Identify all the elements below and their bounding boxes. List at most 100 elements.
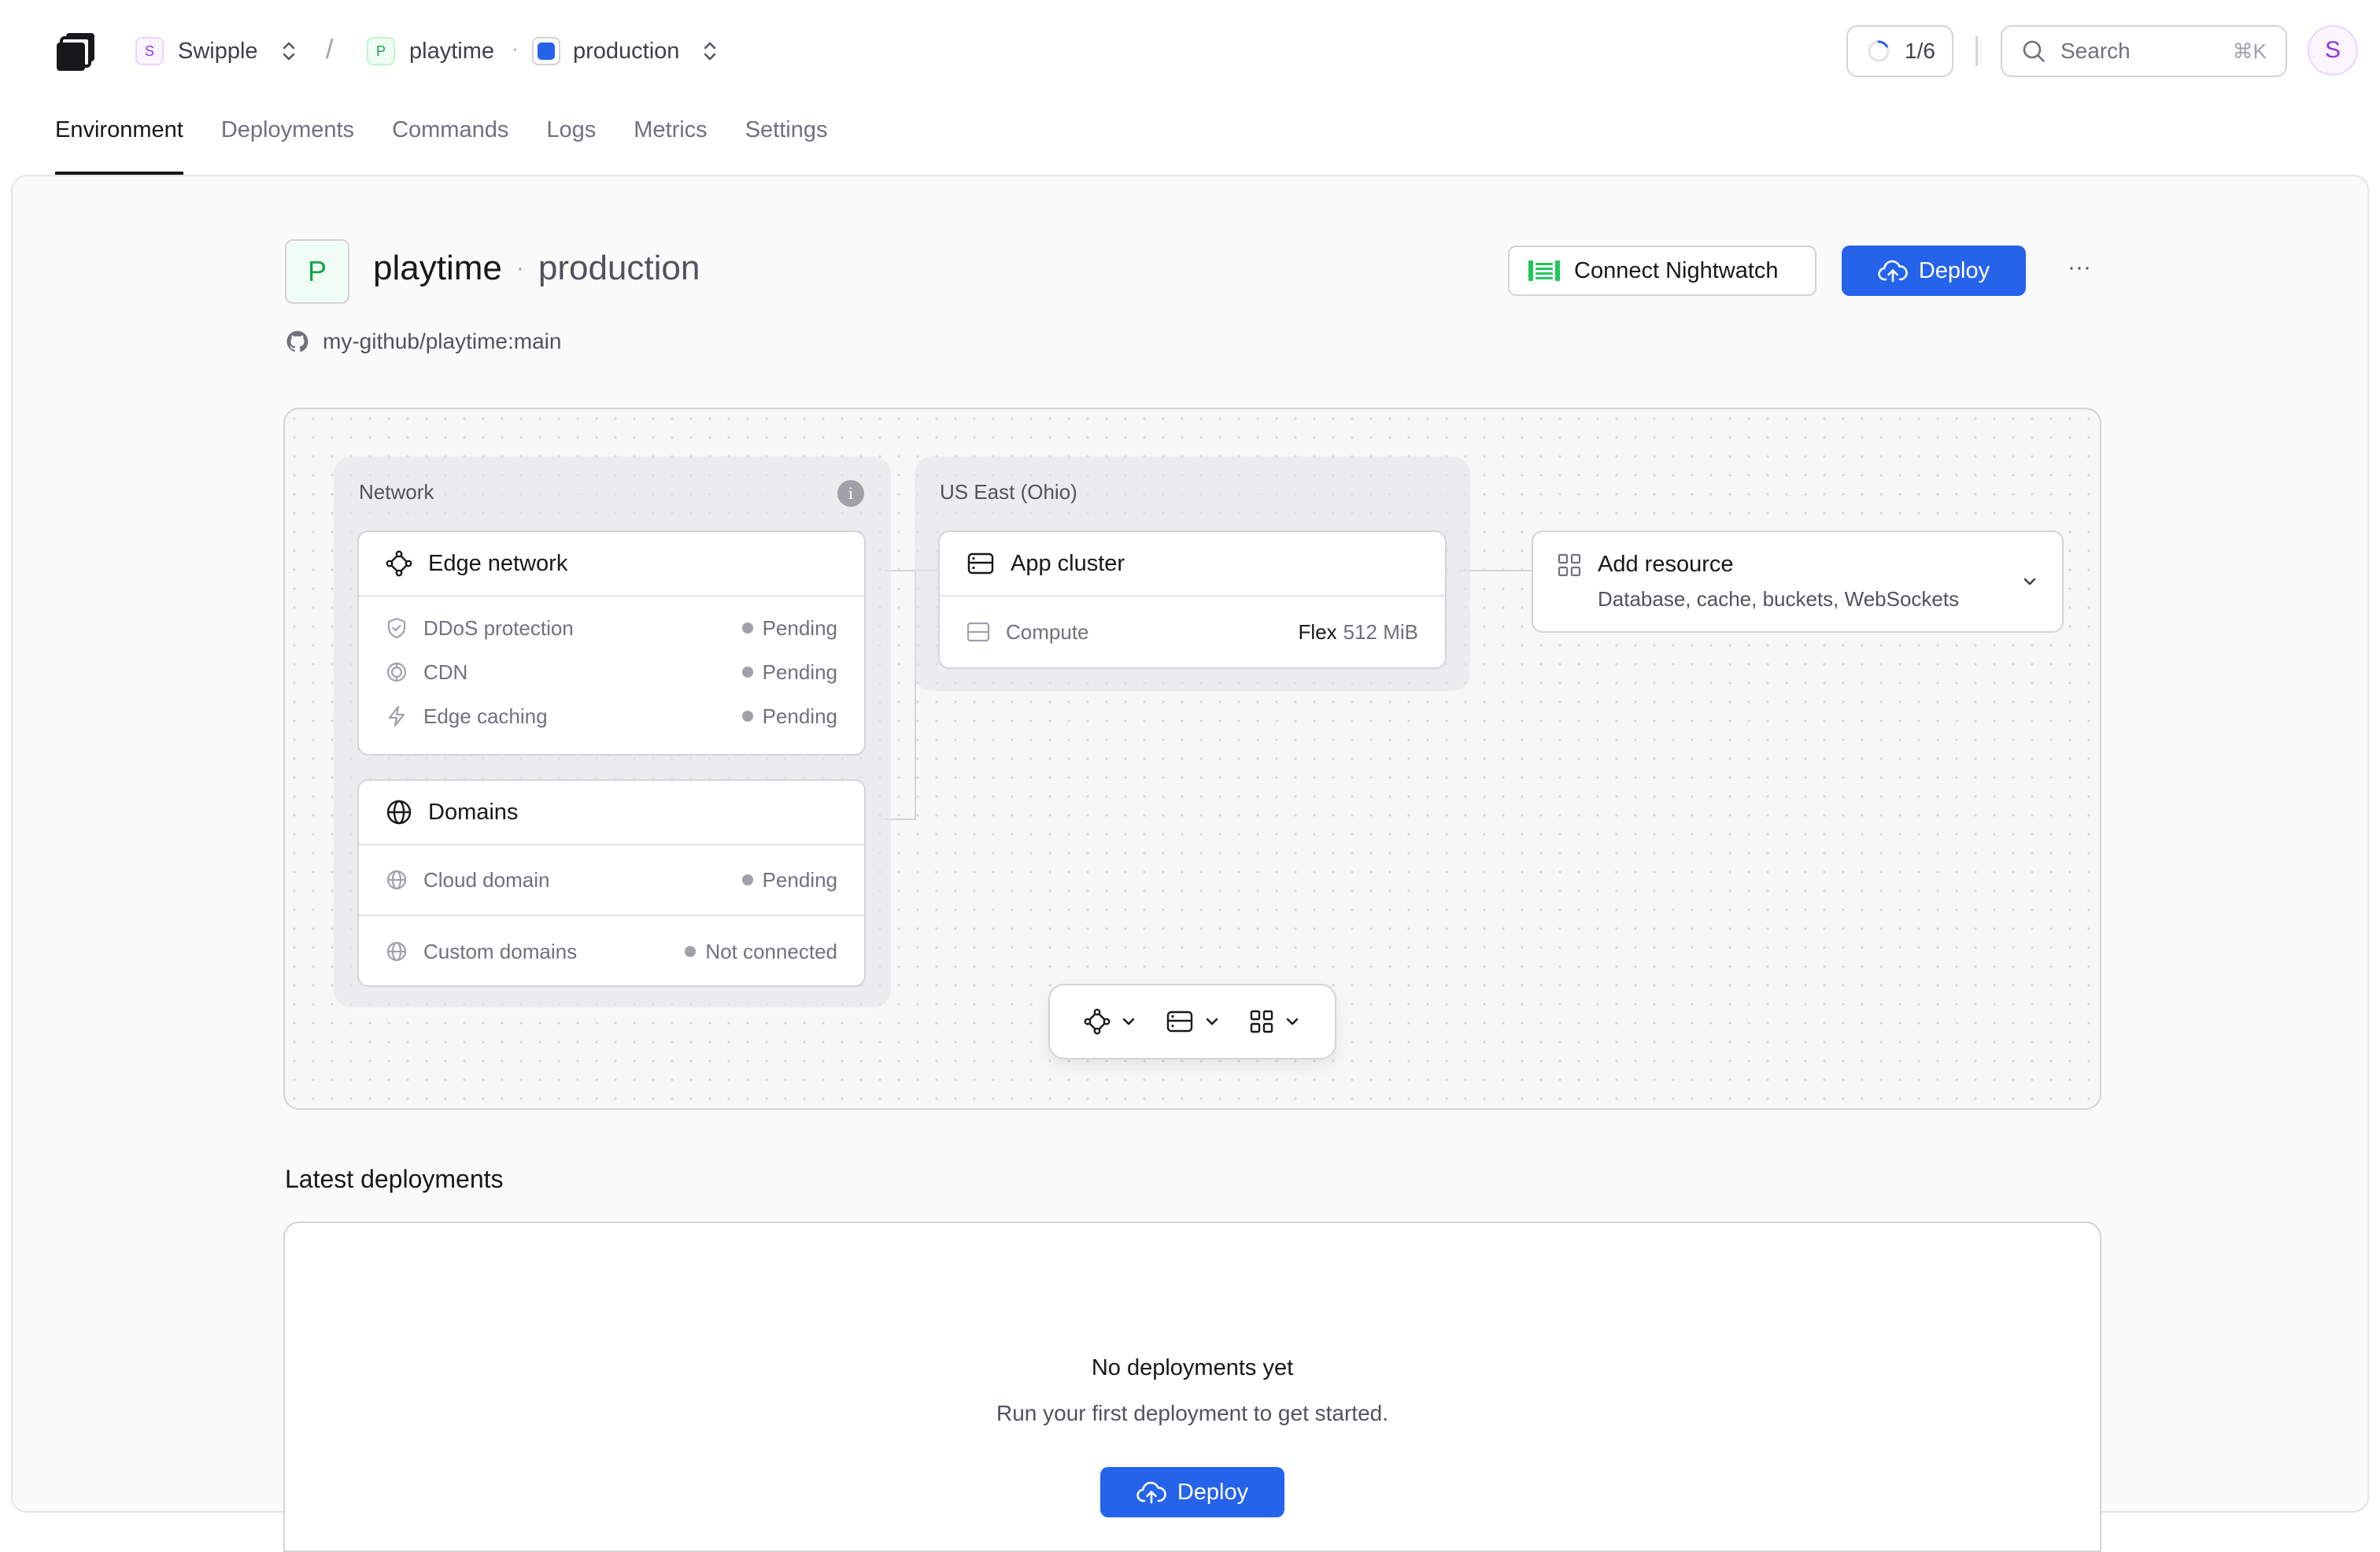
chevron-down-icon — [1122, 1018, 1135, 1025]
progress-label: 1/6 — [1905, 39, 1935, 63]
lightning-icon — [388, 705, 405, 727]
more-options-button[interactable]: ··· — [2056, 252, 2103, 286]
project-badge: P — [285, 239, 349, 304]
grid-icon — [1558, 553, 1581, 577]
tab-environment[interactable]: Environment — [55, 110, 183, 175]
cloud-domain-row[interactable]: Cloud domain Pending — [359, 845, 864, 916]
compute-plan: Flex — [1298, 619, 1337, 644]
user-avatar[interactable]: S — [2308, 25, 2358, 76]
canvas-toolbar — [1048, 984, 1336, 1059]
project-name: playtime — [409, 38, 494, 64]
globe-icon — [386, 941, 407, 962]
cloud-upload-icon — [1136, 1481, 1166, 1504]
custom-domains-label: Custom domains — [423, 939, 578, 963]
edge-network-card[interactable]: Edge network DDoS protection Pending CDN — [357, 530, 866, 756]
setup-progress-button[interactable]: 1/6 — [1846, 25, 1953, 77]
status-text: Not connected — [705, 939, 837, 963]
chevron-down-icon — [1286, 1018, 1299, 1025]
globe-icon — [386, 800, 412, 825]
environment-tabs: Environment Deployments Commands Logs Me… — [55, 110, 827, 175]
team-switcher[interactable]: S Swipple — [135, 37, 298, 65]
team-name: Swipple — [178, 38, 258, 64]
project-avatar: P — [367, 37, 395, 65]
add-resource-subtitle: Database, cache, buckets, WebSockets — [1598, 587, 1960, 611]
chevron-down-icon — [2023, 578, 2036, 586]
network-group: Network i Edge network DDoS protection P… — [334, 456, 891, 1007]
cdn-row[interactable]: CDN Pending — [359, 650, 864, 694]
compute-label: Compute — [1006, 619, 1089, 644]
empty-state-deploy-button[interactable]: Deploy — [1100, 1467, 1284, 1517]
region-group: US East (Ohio) App cluster Compute Flex … — [915, 456, 1470, 691]
status-badge: Pending — [741, 660, 837, 685]
server-icon — [967, 552, 994, 575]
info-icon[interactable]: i — [837, 480, 864, 507]
environment-switcher[interactable]: production — [532, 37, 719, 65]
ddos-protection-row[interactable]: DDoS protection Pending — [359, 606, 864, 650]
add-resource-menu-button[interactable] — [1249, 1009, 1301, 1034]
tab-deployments[interactable]: Deployments — [221, 110, 354, 175]
compute-memory: 512 MiB — [1343, 619, 1418, 644]
project-switcher[interactable]: P playtime — [367, 37, 494, 65]
domains-card[interactable]: Domains Cloud domain Pending Custom doma… — [357, 779, 866, 987]
network-group-label: Network — [359, 480, 434, 504]
repository-link[interactable]: my-github/playtime:main — [285, 329, 561, 354]
status-dot-icon — [741, 667, 753, 678]
tab-settings[interactable]: Settings — [745, 110, 828, 175]
chevron-up-down-icon — [283, 42, 294, 61]
chevron-up-down-icon — [704, 42, 716, 61]
domains-header: Domains — [359, 781, 864, 845]
status-text: Pending — [762, 867, 837, 892]
status-dot-icon — [685, 946, 697, 957]
server-icon — [966, 622, 990, 642]
status-dot-icon — [741, 874, 753, 885]
cloud-domain-label: Cloud domain — [423, 867, 550, 892]
progress-ring-icon — [1868, 40, 1890, 62]
cloud-upload-icon — [1878, 260, 1908, 283]
environment-color-icon — [532, 37, 560, 65]
app-cluster-card[interactable]: App cluster Compute Flex 512 MiB — [938, 530, 1447, 669]
connect-nightwatch-label: Connect Nightwatch — [1574, 257, 1779, 283]
add-compute-button[interactable] — [1166, 1010, 1221, 1033]
app-cluster-header: App cluster — [940, 532, 1445, 597]
add-resource-card[interactable]: Add resource Database, cache, buckets, W… — [1532, 530, 2064, 633]
connect-nightwatch-button[interactable]: Connect Nightwatch — [1508, 246, 1816, 296]
repository-name: my-github/playtime:main — [323, 329, 562, 353]
empty-state-deploy-label: Deploy — [1177, 1479, 1249, 1505]
cdn-label: CDN — [423, 660, 468, 684]
status-text: Pending — [762, 704, 837, 728]
domains-title: Domains — [428, 799, 519, 825]
compute-row[interactable]: Compute Flex 512 MiB — [940, 597, 1445, 667]
page-title-dot: · — [516, 255, 524, 281]
status-badge: Not connected — [685, 940, 837, 964]
top-header: S Swipple / P playtime · production 1/6 … — [0, 0, 2380, 175]
breadcrumb-dot: · — [512, 36, 519, 60]
custom-domains-row[interactable]: Custom domains Not connected — [359, 916, 864, 985]
infrastructure-canvas: Network i Edge network DDoS protection P… — [283, 408, 2101, 1110]
environment-name: production — [573, 38, 680, 64]
search-input[interactable]: Search ⌘K — [2001, 25, 2287, 77]
add-network-button[interactable] — [1084, 1008, 1137, 1035]
server-icon — [1166, 1011, 1193, 1033]
page-title-environment: production — [538, 249, 700, 287]
tab-commands[interactable]: Commands — [392, 110, 508, 175]
edge-caching-row[interactable]: Edge caching Pending — [359, 694, 864, 738]
add-resource-title: Add resource — [1598, 552, 1734, 577]
edge-network-header: Edge network — [359, 532, 864, 597]
empty-state-title: No deployments yet — [1091, 1355, 1294, 1380]
app-cluster-title: App cluster — [1011, 550, 1125, 576]
ddos-protection-label: DDoS protection — [423, 615, 574, 640]
status-badge: Pending — [741, 616, 837, 641]
search-shortcut: ⌘K — [2232, 39, 2267, 63]
globe-icon — [386, 870, 407, 890]
empty-state-text: Run your first deployment to get started… — [996, 1401, 1389, 1425]
latest-deployments-title: Latest deployments — [285, 1165, 504, 1193]
search-placeholder: Search — [2060, 39, 2131, 63]
deploy-button[interactable]: Deploy — [1842, 246, 2026, 296]
breadcrumb-separator: / — [326, 35, 334, 65]
tab-metrics[interactable]: Metrics — [634, 110, 707, 175]
app-logo[interactable] — [55, 31, 96, 72]
github-icon — [286, 331, 309, 353]
edge-network-icon — [1084, 1008, 1111, 1035]
status-dot-icon — [741, 623, 753, 634]
tab-logs[interactable]: Logs — [546, 110, 596, 175]
